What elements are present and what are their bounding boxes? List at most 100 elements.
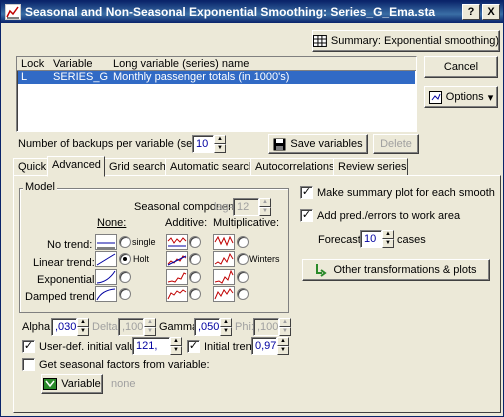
radio-mult-linear[interactable] (237, 253, 249, 265)
thumb-mult-linear (213, 251, 235, 267)
phi-input[interactable]: ,100 (253, 318, 279, 336)
backups-spin-down[interactable]: ▼ (214, 144, 226, 153)
add-pred-label: Add pred./errors to work area (317, 210, 461, 222)
lag-input[interactable]: 12 (233, 198, 259, 216)
row-exponential-label: Exponential: (37, 274, 98, 286)
delete-button[interactable]: Delete (373, 134, 419, 154)
cancel-button[interactable]: Cancel (424, 56, 498, 78)
row-variable: SERIES_G (53, 71, 109, 83)
col-multiplicative: Multiplicative: (213, 217, 280, 229)
user-def-checkbox[interactable]: ✓ (22, 340, 35, 353)
cases-label: cases (397, 234, 426, 246)
lag-spin-up[interactable]: ▲ (259, 198, 271, 207)
radio-add-exp[interactable] (189, 271, 201, 283)
other-transformations-label: Other transformations & plots (333, 264, 477, 276)
radio-none-linear[interactable] (119, 253, 131, 265)
get-seasonal-label: Get seasonal factors from variable: (39, 359, 210, 371)
save-variables-button[interactable]: Save variables (268, 134, 368, 154)
lag-label: lag= (214, 201, 236, 213)
variable-list-header: Lock Variable Long variable (series) nam… (17, 57, 416, 71)
add-pred-checkbox[interactable]: ✓ (300, 209, 313, 222)
tab-autocorrelations[interactable]: Autocorrelations (250, 158, 335, 176)
variable-button-label: Variable (61, 378, 101, 390)
forecast-spin-up[interactable]: ▲ (382, 230, 394, 239)
close-button[interactable]: X (482, 4, 500, 20)
backups-spin-up[interactable]: ▲ (214, 135, 226, 144)
options-button[interactable]: Options ▾ (424, 86, 498, 108)
thumb-none-linear (95, 251, 117, 267)
help-button[interactable]: ? (462, 4, 480, 20)
thumb-add-linear (166, 251, 188, 267)
tab-advanced[interactable]: Advanced (47, 156, 105, 177)
header-lock[interactable]: Lock (21, 58, 44, 70)
forecast-spin-down[interactable]: ▼ (382, 239, 394, 248)
radio-none-notrend[interactable] (119, 236, 131, 248)
row-damped-trend-label: Damped trend: (25, 291, 98, 303)
initial-trend-input[interactable]: 0,97 (251, 337, 277, 355)
delta-spin-up[interactable]: ▲ (144, 318, 156, 327)
phi-label: Phi: (235, 321, 254, 333)
backups-input[interactable]: 10 (192, 135, 214, 153)
forecast-input[interactable]: 10 (360, 230, 382, 248)
list-item[interactable]: L SERIES_G Monthly passenger totals (in … (18, 71, 415, 84)
radio-mult-damped[interactable] (237, 288, 249, 300)
title-bar[interactable]: Seasonal and Non-Seasonal Exponential Sm… (1, 1, 503, 23)
radio-single-label: single (132, 237, 156, 247)
options-label: Options (445, 91, 484, 103)
radio-add-notrend[interactable] (189, 236, 201, 248)
gamma-input[interactable]: ,050 (194, 318, 220, 336)
radio-mult-notrend[interactable] (237, 236, 249, 248)
app-icon (5, 4, 21, 20)
thumb-mult-notrend (213, 234, 235, 250)
header-variable[interactable]: Variable (53, 58, 93, 70)
variable-button[interactable]: Variable (41, 374, 103, 394)
tab-grid-search[interactable]: Grid search (104, 158, 166, 176)
row-lock: L (21, 71, 28, 83)
alpha-spin-up[interactable]: ▲ (77, 318, 89, 327)
radio-add-linear[interactable] (189, 253, 201, 265)
thumb-mult-exp (213, 269, 235, 285)
delta-spin-down[interactable]: ▼ (144, 327, 156, 336)
tab-automatic-search[interactable]: Automatic search (165, 158, 255, 176)
radio-none-exp[interactable] (119, 271, 131, 283)
radio-mult-exp[interactable] (237, 271, 249, 283)
thumb-none-exp (95, 269, 117, 285)
tab-review-series[interactable]: Review series (333, 158, 408, 176)
phi-spin-up[interactable]: ▲ (279, 318, 291, 327)
delta-input[interactable]: ,100 (118, 318, 144, 336)
summary-plot-checkbox[interactable]: ✓ (300, 186, 313, 199)
radio-none-damped[interactable] (119, 288, 131, 300)
initial-trend-spin-down[interactable]: ▼ (277, 346, 289, 355)
gamma-spin-down[interactable]: ▼ (220, 327, 232, 336)
other-transformations-button[interactable]: Other transformations & plots (302, 259, 490, 281)
forecast-label: Forecast (318, 234, 361, 246)
save-icon (273, 138, 286, 150)
arrow-down-right-icon (43, 378, 58, 390)
row-long-name: Monthly passenger totals (in 1000's) (113, 71, 290, 83)
summary-button[interactable]: Summary: Exponential smoothing) (312, 30, 500, 52)
alpha-input[interactable]: ,030 (51, 318, 77, 336)
user-def-input[interactable]: 121, (132, 337, 170, 355)
initial-trend-spin-up[interactable]: ▲ (277, 337, 289, 346)
thumb-none-notrend (95, 234, 117, 250)
user-def-spin-down[interactable]: ▼ (170, 346, 182, 355)
variable-value: none (111, 378, 136, 390)
dialog-window: Seasonal and Non-Seasonal Exponential Sm… (0, 0, 504, 417)
header-long-name[interactable]: Long variable (series) name (113, 58, 249, 70)
lag-spin-down[interactable]: ▼ (259, 207, 271, 216)
col-additive: Additive: (165, 217, 208, 229)
radio-add-damped[interactable] (189, 288, 201, 300)
alpha-label: Alpha: (22, 321, 54, 333)
options-icon (428, 90, 442, 104)
user-def-spin-up[interactable]: ▲ (170, 337, 182, 346)
alpha-spin-down[interactable]: ▼ (77, 327, 89, 336)
tab-quick[interactable]: Quick (13, 158, 48, 176)
thumb-add-notrend (166, 234, 188, 250)
thumb-none-damped (95, 286, 117, 302)
initial-trend-checkbox[interactable]: ✓ (187, 340, 200, 353)
get-seasonal-checkbox[interactable] (22, 358, 35, 371)
gamma-spin-up[interactable]: ▲ (220, 318, 232, 327)
table-icon (313, 35, 327, 47)
phi-spin-down[interactable]: ▼ (279, 327, 291, 336)
delta-label: Delta: (92, 321, 121, 333)
